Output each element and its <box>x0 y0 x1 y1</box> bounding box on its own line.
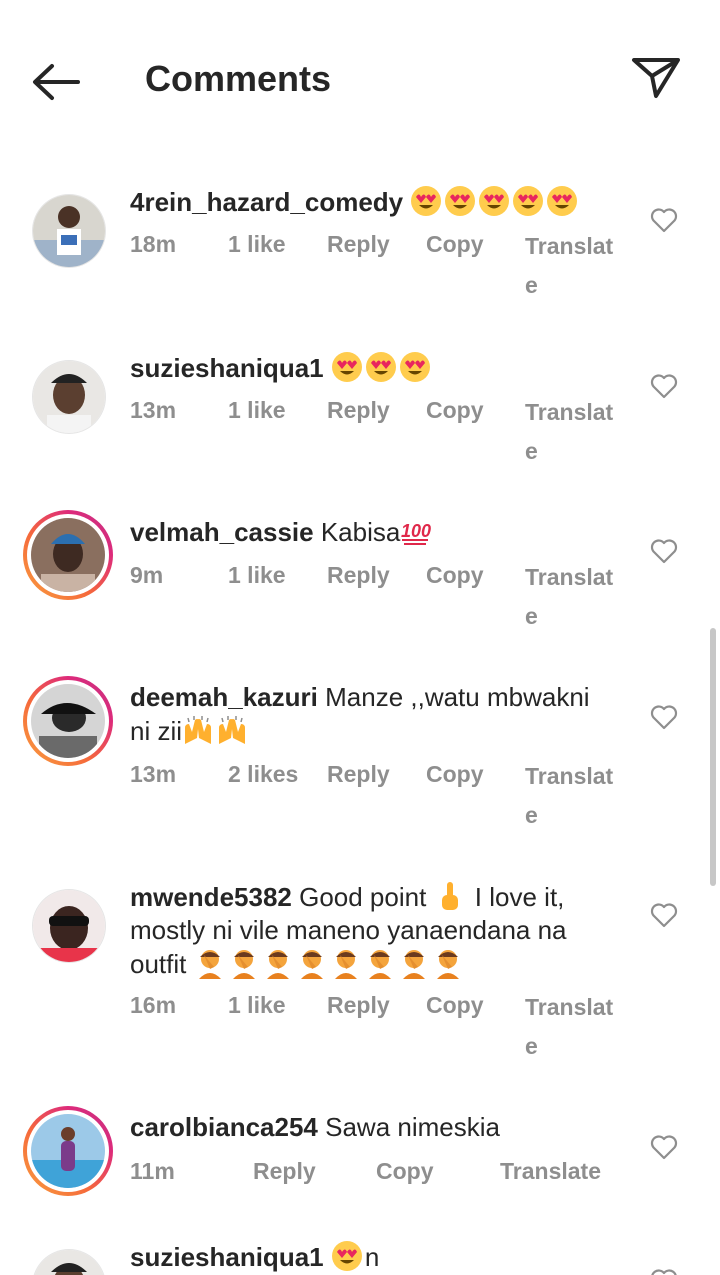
comment-item: velmah_cassie Kabisa 100 9m 1 like Reply … <box>0 510 720 630</box>
facepalm-emoji <box>398 947 430 979</box>
comment-text: suzieshaniqua1 n <box>130 1240 615 1274</box>
comment-text: mwende5382 Good point I love it, mostly … <box>130 880 615 981</box>
heart-icon[interactable] <box>650 207 678 233</box>
like-count[interactable]: 1 like <box>228 562 286 589</box>
heart-eyes-emoji <box>331 1240 363 1272</box>
heart-eyes-emoji <box>365 351 397 383</box>
facepalm-emoji <box>228 947 260 979</box>
avatar[interactable] <box>23 676 113 766</box>
paper-plane-icon[interactable] <box>630 54 682 102</box>
reply-button[interactable]: Reply <box>327 231 390 258</box>
like-count[interactable]: 1 like <box>228 231 286 258</box>
comment-body: n <box>364 1242 380 1272</box>
avatar[interactable] <box>23 510 113 600</box>
facepalm-emoji <box>432 947 464 979</box>
heart-eyes-emoji <box>399 351 431 383</box>
arrow-left-icon[interactable] <box>30 60 82 104</box>
comment-time: 16m <box>130 992 177 1018</box>
username[interactable]: suzieshaniqua1 <box>130 353 324 383</box>
username[interactable]: 4rein_hazard_comedy <box>130 187 403 217</box>
avatar[interactable] <box>23 880 113 970</box>
comment-body: Kabisa <box>320 517 401 547</box>
page-title: Comments <box>145 58 332 99</box>
copy-button[interactable]: Copy <box>426 761 484 788</box>
like-count[interactable]: 2 likes <box>228 761 298 788</box>
translate-button[interactable]: Translate <box>525 757 615 835</box>
translate-button[interactable]: Translate <box>525 558 615 636</box>
heart-eyes-emoji <box>444 185 476 217</box>
username[interactable]: deemah_kazuri <box>130 682 318 712</box>
comment-time: 9m <box>130 562 164 588</box>
avatar[interactable] <box>23 1106 113 1196</box>
reply-button[interactable]: Reply <box>327 562 390 589</box>
pointing-up-emoji <box>434 880 466 912</box>
comment-text: carolbianca254 Sawa nimeskia <box>130 1111 615 1144</box>
avatar[interactable] <box>23 185 113 275</box>
copy-button[interactable]: Copy <box>426 397 484 424</box>
facepalm-emoji <box>296 947 328 979</box>
comment-text: velmah_cassie Kabisa 100 <box>130 515 615 549</box>
reply-button[interactable]: Reply <box>253 1158 316 1185</box>
copy-button[interactable]: Copy <box>426 562 484 589</box>
comment-text: suzieshaniqua1 <box>130 351 615 385</box>
copy-button[interactable]: Copy <box>426 992 484 1019</box>
comment-item: deemah_kazuri Manze ,,watu mbwakni ni zi… <box>0 676 720 828</box>
svg-text:100: 100 <box>401 521 431 541</box>
comment-time: 11m <box>130 1158 175 1184</box>
scrollbar[interactable] <box>710 628 716 886</box>
facepalm-emoji <box>330 947 362 979</box>
heart-eyes-emoji <box>546 185 578 217</box>
heart-icon[interactable] <box>650 1268 678 1275</box>
reply-button[interactable]: Reply <box>327 397 390 424</box>
like-count[interactable]: 1 like <box>228 397 286 424</box>
facepalm-emoji <box>364 947 396 979</box>
heart-icon[interactable] <box>650 538 678 564</box>
comment-body: Sawa nimeskia <box>325 1112 500 1142</box>
heart-eyes-emoji <box>478 185 510 217</box>
username[interactable]: suzieshaniqua1 <box>130 1242 324 1272</box>
translate-button[interactable]: Translate <box>500 1158 601 1185</box>
translate-button[interactable]: Translate <box>525 988 615 1066</box>
raising-hands-emoji <box>182 714 214 746</box>
comment-text: 4rein_hazard_comedy <box>130 185 615 219</box>
copy-button[interactable]: Copy <box>426 231 484 258</box>
heart-icon[interactable] <box>650 902 678 928</box>
comment-item: carolbianca254 Sawa nimeskia 11m Reply C… <box>0 1106 720 1206</box>
comment-time: 13m <box>130 761 177 787</box>
username[interactable]: mwende5382 <box>130 882 292 912</box>
comment-body-part-1: Good point <box>299 882 427 912</box>
comment-time: 18m <box>130 231 177 257</box>
avatar[interactable] <box>23 1240 113 1275</box>
heart-icon[interactable] <box>650 1134 678 1160</box>
heart-icon[interactable] <box>650 704 678 730</box>
heart-eyes-emoji <box>512 185 544 217</box>
username[interactable]: carolbianca254 <box>130 1112 318 1142</box>
like-count[interactable]: 1 like <box>228 992 286 1019</box>
reply-button[interactable]: Reply <box>327 992 390 1019</box>
comment-item: 4rein_hazard_comedy 18m 1 like Reply Cop… <box>0 185 720 305</box>
avatar[interactable] <box>23 351 113 441</box>
heart-eyes-emoji <box>410 185 442 217</box>
copy-button[interactable]: Copy <box>376 1158 434 1185</box>
username[interactable]: velmah_cassie <box>130 517 314 547</box>
facepalm-emoji <box>194 947 226 979</box>
comment-item: suzieshaniqua1 n <box>0 1240 720 1275</box>
comment-text: deemah_kazuri Manze ,,watu mbwakni ni zi… <box>130 681 615 748</box>
raising-hands-emoji <box>216 714 248 746</box>
comment-item: mwende5382 Good point I love it, mostly … <box>0 880 720 1060</box>
comment-item: suzieshaniqua1 13m 1 like Reply Copy Tra… <box>0 351 720 471</box>
translate-button[interactable]: Translate <box>525 393 615 471</box>
heart-eyes-emoji <box>331 351 363 383</box>
translate-button[interactable]: Translate <box>525 227 615 305</box>
facepalm-emoji <box>262 947 294 979</box>
comments-header: Comments <box>0 0 720 160</box>
reply-button[interactable]: Reply <box>327 761 390 788</box>
comment-time: 13m <box>130 397 177 423</box>
hundred-points-emoji: 100 <box>400 515 432 547</box>
heart-icon[interactable] <box>650 373 678 399</box>
